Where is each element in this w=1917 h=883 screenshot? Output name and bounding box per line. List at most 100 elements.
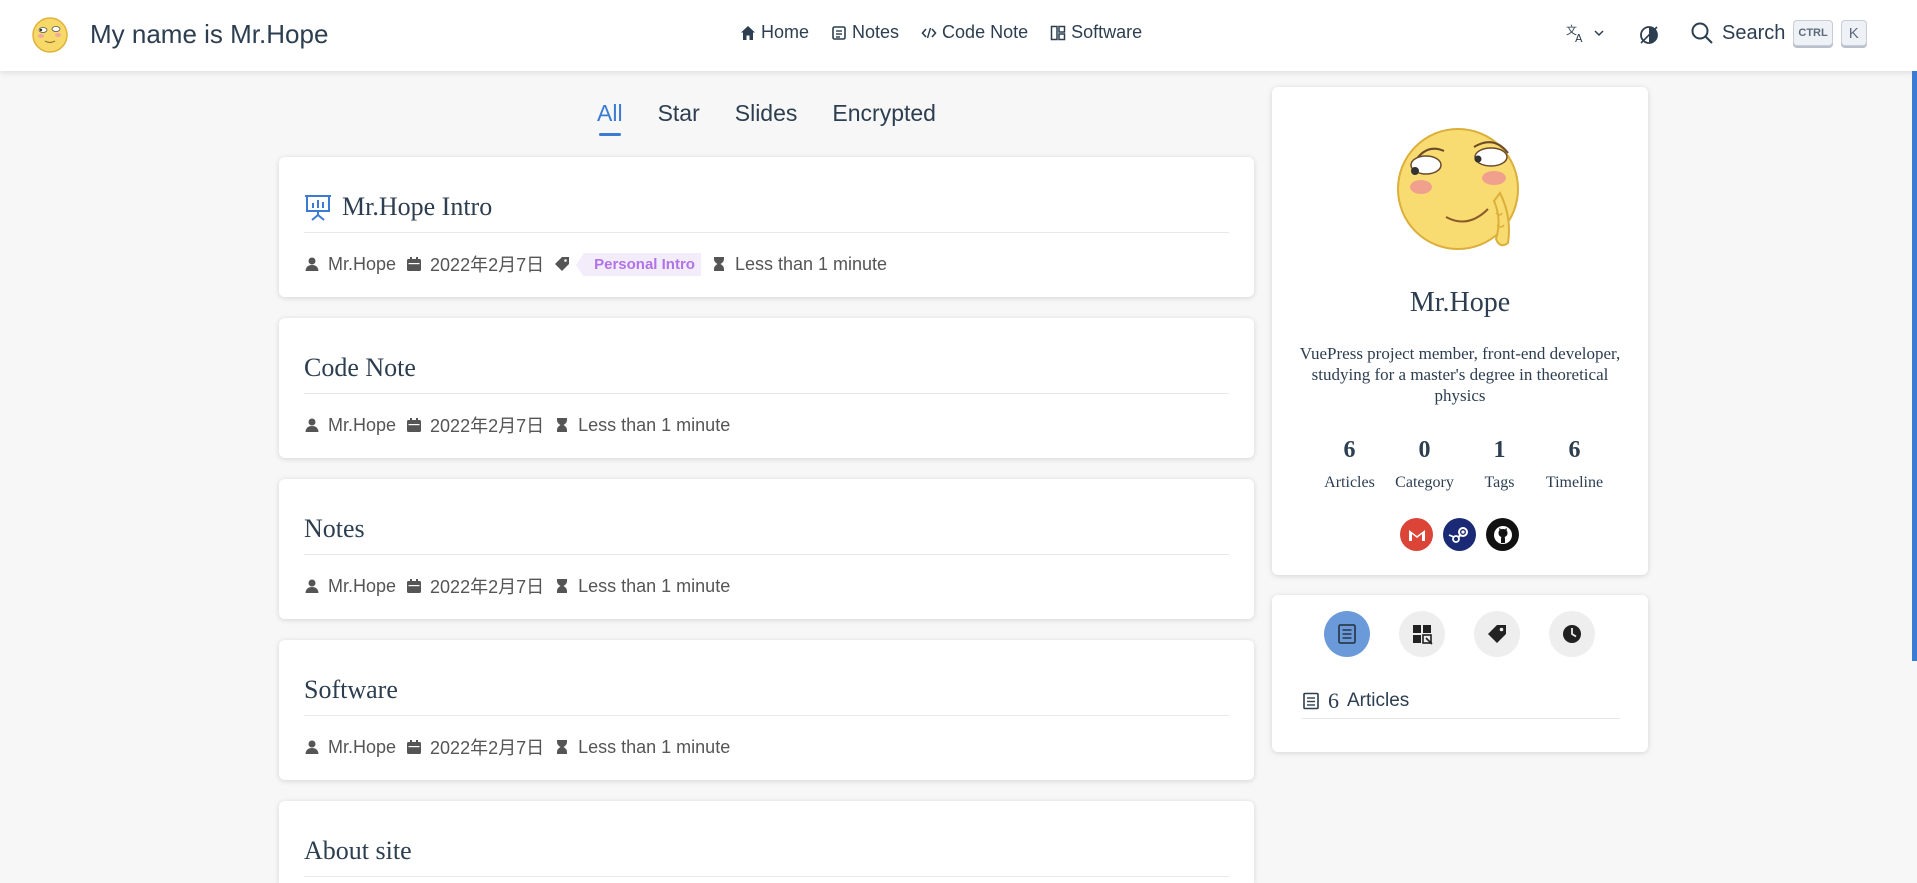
blog-info-panel: 6 Articles	[1272, 595, 1648, 752]
search-icon	[1691, 22, 1713, 44]
nav-software[interactable]: Software	[1050, 22, 1142, 43]
home-icon	[741, 25, 755, 40]
slides-icon	[305, 194, 331, 221]
search-button[interactable]: Search CTRL K	[1690, 20, 1867, 46]
chevron-down-icon	[1594, 30, 1604, 37]
nav-notes[interactable]: Notes	[831, 22, 899, 43]
timeline-icon	[1563, 625, 1581, 643]
article-reading-time: Less than 1 minute	[554, 415, 730, 436]
category-button[interactable]	[1399, 611, 1445, 657]
steam-link[interactable]	[1443, 518, 1476, 551]
theme-toggle-icon[interactable]	[1638, 24, 1660, 46]
article-count-summary[interactable]: 6 Articles	[1302, 683, 1620, 719]
reading-time-text: Less than 1 minute	[578, 414, 731, 435]
avatar[interactable]	[1396, 121, 1526, 251]
tag-icon	[555, 257, 570, 271]
notes-icon	[832, 25, 846, 40]
blogger-info-card: Mr.Hope VuePress project member, front-e…	[1272, 87, 1648, 575]
article-title[interactable]: About site	[304, 801, 1229, 877]
article-title[interactable]: Software	[304, 640, 1229, 716]
article-count-label: Articles	[1347, 689, 1410, 711]
date-text: 2022年2月7日	[430, 577, 545, 597]
code-icon	[921, 27, 937, 38]
article-title[interactable]: Mr.Hope Intro	[304, 157, 1229, 233]
stat-value: 6	[1343, 437, 1356, 463]
hourglass-icon	[557, 740, 568, 754]
stat-category[interactable]: 0 Category	[1387, 437, 1462, 492]
github-icon	[1493, 525, 1512, 544]
navbar: My name is Mr.Hope Home Notes Code Note …	[0, 0, 1917, 71]
nav-home[interactable]: Home	[740, 22, 809, 43]
author-name: Mr.Hope	[328, 736, 397, 757]
author-icon	[305, 740, 319, 754]
article-count: 6	[1328, 687, 1339, 713]
stat-value: 0	[1418, 437, 1431, 463]
reading-time-text: Less than 1 minute	[578, 575, 731, 596]
author-name: Mr.Hope	[328, 253, 397, 274]
article-reading-time: Less than 1 minute	[711, 254, 887, 275]
page-scrollbar[interactable]	[1912, 71, 1917, 661]
article-meta: Mr.Hope 2022年2月7日 Personal Intro Less th…	[304, 233, 1229, 295]
calendar-icon	[407, 418, 422, 432]
article-type-tabs: All Star Slides Encrypted	[597, 100, 936, 127]
article-title-text: Mr.Hope Intro	[342, 191, 493, 221]
nav-home-label: Home	[761, 22, 810, 42]
nav-notes-label: Notes	[852, 22, 900, 42]
stat-timeline[interactable]: 6 Timeline	[1537, 437, 1612, 492]
article-card[interactable]: About site	[279, 801, 1254, 883]
svg-text:A: A	[1575, 32, 1583, 44]
stat-value: 1	[1493, 437, 1506, 463]
info-switch-buttons	[1324, 611, 1595, 657]
nav-software-label: Software	[1071, 22, 1143, 42]
stat-tags[interactable]: 1 Tags	[1462, 437, 1537, 492]
blogger-description: VuePress project member, front-end devel…	[1299, 344, 1621, 405]
software-icon	[1050, 25, 1066, 40]
stat-value: 6	[1568, 437, 1581, 463]
translate-icon: 文 A	[1566, 23, 1583, 44]
github-link[interactable]	[1486, 518, 1519, 551]
date-text: 2022年2月7日	[430, 738, 545, 758]
gmail-link[interactable]	[1400, 518, 1433, 551]
stat-label: Tags	[1484, 474, 1515, 491]
tag-icon	[1488, 625, 1506, 643]
site-logo-icon[interactable]	[30, 14, 70, 54]
blogger-name: Mr.Hope	[1409, 287, 1511, 318]
author-name: Mr.Hope	[328, 414, 397, 435]
article-list-button[interactable]	[1324, 611, 1370, 657]
article-meta: Mr.Hope 2022年2月7日 Less than 1 minute	[304, 555, 1229, 617]
steam-icon	[1448, 526, 1468, 543]
search-label: Search	[1722, 21, 1786, 44]
article-card[interactable]: Notes Mr.Hope 2022年2月7日 Less than 1 minu…	[279, 479, 1254, 619]
blogger-stats: 6 Articles 0 Category 1 Tags 6 Timeline	[1312, 437, 1612, 492]
author-icon	[305, 418, 319, 432]
article-tags: Personal Intro	[554, 252, 701, 277]
tag-personal-intro[interactable]: Personal Intro	[576, 252, 701, 277]
article-title[interactable]: Code Note	[304, 318, 1229, 394]
site-name[interactable]: My name is Mr.Hope	[90, 19, 328, 50]
article-card[interactable]: Code Note Mr.Hope 2022年2月7日 Less than 1 …	[279, 318, 1254, 458]
nav-code-note[interactable]: Code Note	[921, 22, 1028, 43]
stat-articles[interactable]: 6 Articles	[1312, 437, 1387, 492]
article-author: Mr.Hope	[304, 576, 396, 597]
stat-label: Category	[1395, 474, 1454, 491]
nav-code-note-label: Code Note	[942, 22, 1029, 42]
article-list-icon	[1303, 692, 1319, 709]
tab-star[interactable]: Star	[658, 100, 700, 127]
article-title[interactable]: Notes	[304, 479, 1229, 555]
tab-slides[interactable]: Slides	[735, 100, 798, 127]
calendar-icon	[407, 257, 422, 271]
article-meta: Mr.Hope 2022年2月7日 Less than 1 minute	[304, 394, 1229, 456]
author-icon	[305, 579, 319, 593]
article-reading-time: Less than 1 minute	[554, 737, 730, 758]
language-switcher[interactable]: 文 A	[1565, 22, 1605, 44]
tag-button[interactable]	[1474, 611, 1520, 657]
article-card[interactable]: Software Mr.Hope 2022年2月7日 Less than 1 m…	[279, 640, 1254, 780]
hourglass-icon	[713, 257, 724, 271]
article-card[interactable]: Mr.Hope Intro Mr.Hope 2022年2月7日 Personal…	[279, 157, 1254, 297]
date-text: 2022年2月7日	[430, 255, 545, 275]
social-media-links	[1400, 518, 1519, 551]
timeline-button[interactable]	[1549, 611, 1595, 657]
tab-encrypted[interactable]: Encrypted	[832, 100, 936, 127]
author-icon	[305, 257, 319, 271]
tab-all[interactable]: All	[597, 100, 623, 127]
